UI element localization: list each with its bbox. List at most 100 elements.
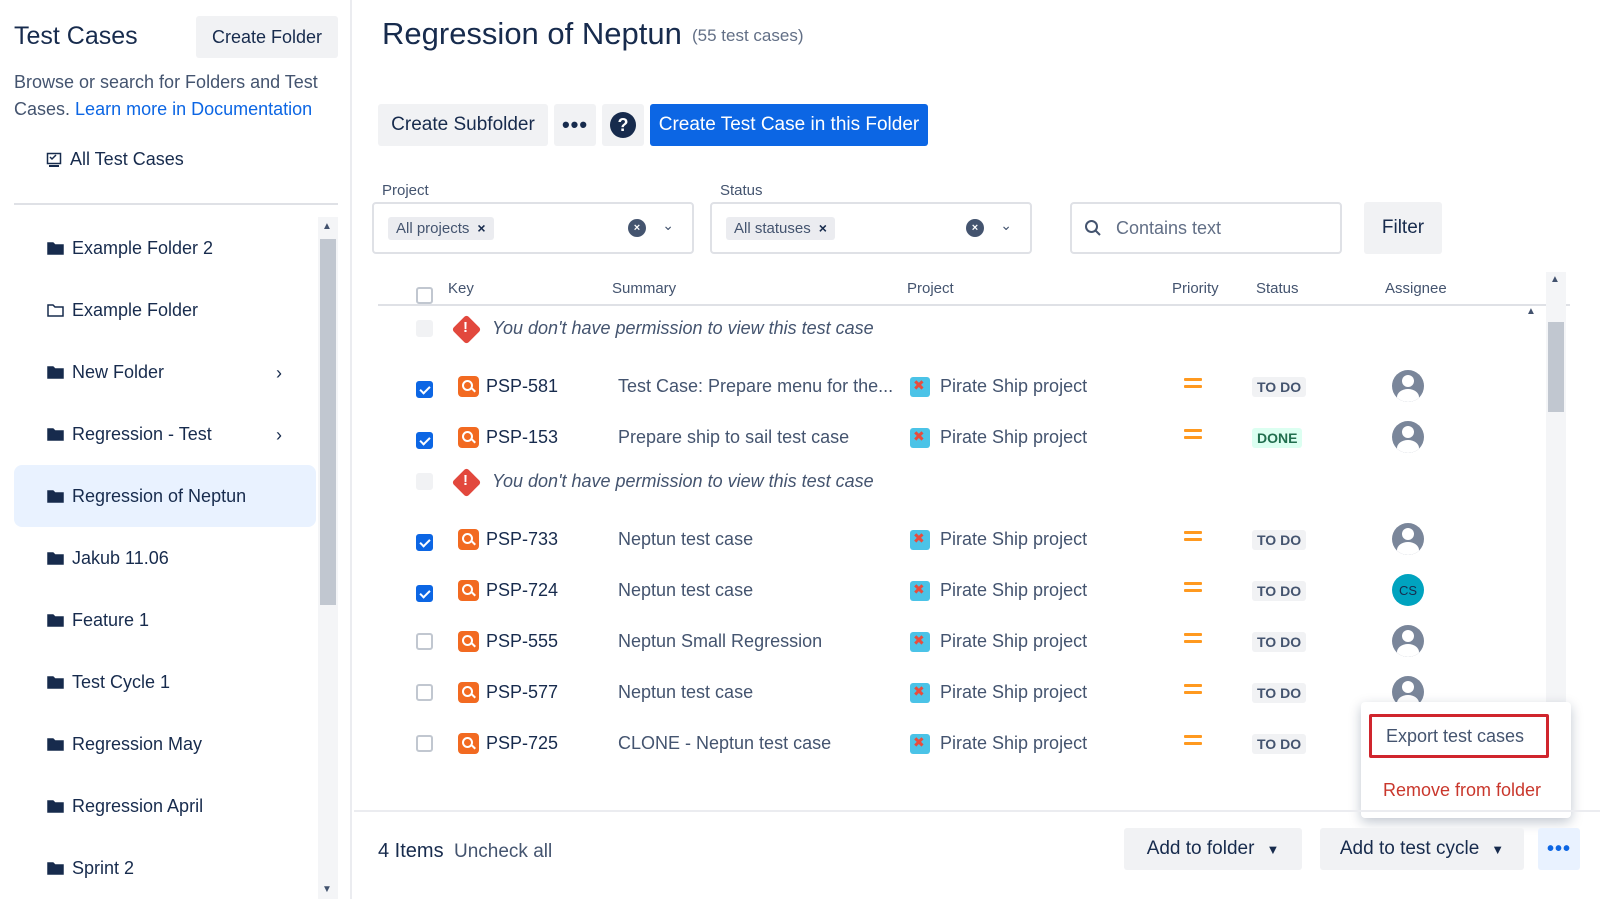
scroll-up-icon[interactable]: ▲ (322, 221, 332, 232)
test-case-key[interactable]: PSP-555 (486, 631, 558, 652)
scrollbar-thumb[interactable] (320, 239, 336, 605)
column-project[interactable]: Project (907, 280, 954, 297)
help-icon: ? (610, 112, 636, 138)
status-badge: DONE (1252, 428, 1303, 448)
test-case-summary[interactable]: Neptun test case (618, 580, 753, 601)
priority-medium-icon (1184, 373, 1202, 388)
folder-label: Regression of Neptun (72, 485, 247, 506)
sidebar-folder-item[interactable]: Jakub 11.06 (14, 527, 316, 589)
test-case-summary[interactable]: Neptun Small Regression (618, 631, 822, 652)
test-case-summary[interactable]: Test Case: Prepare menu for the... (618, 376, 893, 397)
row-checkbox[interactable] (416, 633, 433, 650)
remove-from-folder-menu-item[interactable]: Remove from folder (1369, 768, 1549, 812)
add-to-test-cycle-button[interactable]: Add to test cycle ▼ (1320, 828, 1524, 870)
table-row-no-permission[interactable]: ! You don't have permission to view this … (378, 310, 1538, 361)
add-to-folder-button[interactable]: Add to folder ▼ (1124, 828, 1302, 870)
chevron-down-icon: ▼ (1266, 841, 1280, 857)
scroll-up-icon[interactable]: ▲ (1526, 306, 1536, 317)
table-row[interactable]: PSP-555 Neptun Small Regression Pirate Shi… (378, 616, 1538, 667)
avatar[interactable]: CS (1392, 574, 1424, 606)
clear-icon[interactable]: × (966, 219, 984, 237)
status-filter-value: All statuses (734, 219, 811, 237)
folder-label: New Folder (72, 361, 165, 382)
chevron-down-icon[interactable]: ⌄ (662, 217, 674, 234)
create-subfolder-button[interactable]: Create Subfolder (378, 104, 548, 146)
row-checkbox[interactable] (416, 735, 433, 752)
remove-tag-icon[interactable]: × (477, 220, 485, 236)
uncheck-all-link[interactable]: Uncheck all (454, 841, 552, 863)
table-row[interactable]: PSP-724 Neptun test case Pirate Ship proje… (378, 565, 1538, 616)
sidebar-divider (14, 203, 338, 205)
test-case-key[interactable]: PSP-581 (486, 376, 558, 397)
sidebar-folder-item[interactable]: Example Folder (14, 279, 316, 341)
status-filter-select[interactable]: All statuses × × ⌄ (710, 202, 1032, 254)
chevron-right-icon[interactable]: › (276, 363, 282, 384)
row-checkbox[interactable] (416, 533, 433, 551)
scrollbar-thumb[interactable] (1548, 322, 1564, 412)
avatar-icon[interactable] (1392, 625, 1424, 657)
chevron-down-icon[interactable]: ⌄ (1000, 217, 1012, 234)
sidebar-folder-item[interactable]: Regression April (14, 775, 316, 837)
priority-medium-icon (1184, 577, 1202, 592)
sidebar-folder-item[interactable]: Feature 1 (14, 589, 316, 651)
test-case-key[interactable]: PSP-153 (486, 427, 558, 448)
column-priority[interactable]: Priority (1172, 280, 1219, 297)
column-assignee[interactable]: Assignee (1385, 280, 1447, 297)
sidebar-folder-item[interactable]: Regression May (14, 713, 316, 775)
export-test-cases-menu-item[interactable]: Export test cases (1369, 714, 1549, 758)
scroll-up-icon[interactable]: ▲ (1550, 274, 1560, 285)
all-test-cases-item[interactable]: All Test Cases (46, 149, 184, 170)
sidebar-scrollbar[interactable]: ▲ ▼ (318, 217, 338, 899)
table-row[interactable]: PSP-581 Test Case: Prepare menu for the..… (378, 361, 1538, 412)
documentation-link[interactable]: Learn more in Documentation (75, 99, 312, 119)
test-case-key[interactable]: PSP-724 (486, 580, 558, 601)
sidebar-folder-item[interactable]: Regression - Test › (14, 403, 316, 465)
column-key[interactable]: Key (448, 280, 474, 297)
test-case-summary[interactable]: Neptun test case (618, 529, 753, 550)
test-case-key[interactable]: PSP-733 (486, 529, 558, 550)
column-summary[interactable]: Summary (612, 280, 676, 297)
sidebar-folder-item[interactable]: Example Folder 2 (14, 217, 316, 279)
column-status[interactable]: Status (1256, 280, 1299, 297)
test-case-summary[interactable]: CLONE - Neptun test case (618, 733, 831, 754)
test-case-key[interactable]: PSP-725 (486, 733, 558, 754)
sidebar-folder-item[interactable]: Regression of Neptun (14, 465, 316, 527)
folder-icon (47, 800, 64, 813)
select-all-checkbox[interactable] (416, 287, 433, 304)
avatar-icon[interactable] (1392, 421, 1424, 453)
test-case-summary[interactable]: Prepare ship to sail test case (618, 427, 849, 448)
project-filter-select[interactable]: All projects × × ⌄ (372, 202, 694, 254)
clear-icon[interactable]: × (628, 219, 646, 237)
sidebar-folder-item[interactable]: Test Cycle 1 (14, 651, 316, 713)
row-checkbox[interactable] (416, 584, 433, 602)
table-row[interactable]: PSP-733 Neptun test case Pirate Ship proje… (378, 514, 1538, 565)
create-test-case-button[interactable]: Create Test Case in this Folder (650, 104, 928, 146)
project-icon (910, 377, 930, 397)
row-checkbox[interactable] (416, 380, 433, 398)
test-case-key[interactable]: PSP-577 (486, 682, 558, 703)
chevron-right-icon[interactable]: › (276, 425, 282, 446)
create-folder-button[interactable]: Create Folder (196, 16, 338, 58)
more-actions-button[interactable]: ••• (554, 104, 596, 146)
remove-tag-icon[interactable]: × (819, 220, 827, 236)
sidebar-folder-item[interactable]: New Folder › (14, 341, 316, 403)
chevron-down-icon: ▼ (1491, 841, 1505, 857)
search-input[interactable] (1116, 217, 1316, 239)
bulk-more-actions-button[interactable]: ••• (1538, 828, 1580, 870)
filter-button[interactable]: Filter (1364, 202, 1442, 254)
row-checkbox[interactable] (416, 431, 433, 449)
row-checkbox[interactable] (416, 684, 433, 701)
table-row-no-permission[interactable]: ! You don't have permission to view this … (378, 463, 1538, 514)
help-button[interactable]: ? (602, 104, 644, 146)
avatar-icon[interactable] (1392, 370, 1424, 402)
scroll-down-icon[interactable]: ▼ (322, 884, 332, 895)
status-badge: TO DO (1252, 632, 1307, 652)
sidebar: Test Cases Create Folder Browse or searc… (0, 0, 352, 899)
priority-medium-icon (1184, 628, 1202, 643)
test-case-icon (458, 376, 479, 397)
sidebar-folder-item[interactable]: Sprint 2 (14, 837, 316, 899)
table-row[interactable]: PSP-153 Prepare ship to sail test case Pir… (378, 412, 1538, 463)
avatar-icon[interactable] (1392, 523, 1424, 555)
test-case-summary[interactable]: Neptun test case (618, 682, 753, 703)
project-name: Pirate Ship project (940, 580, 1088, 600)
